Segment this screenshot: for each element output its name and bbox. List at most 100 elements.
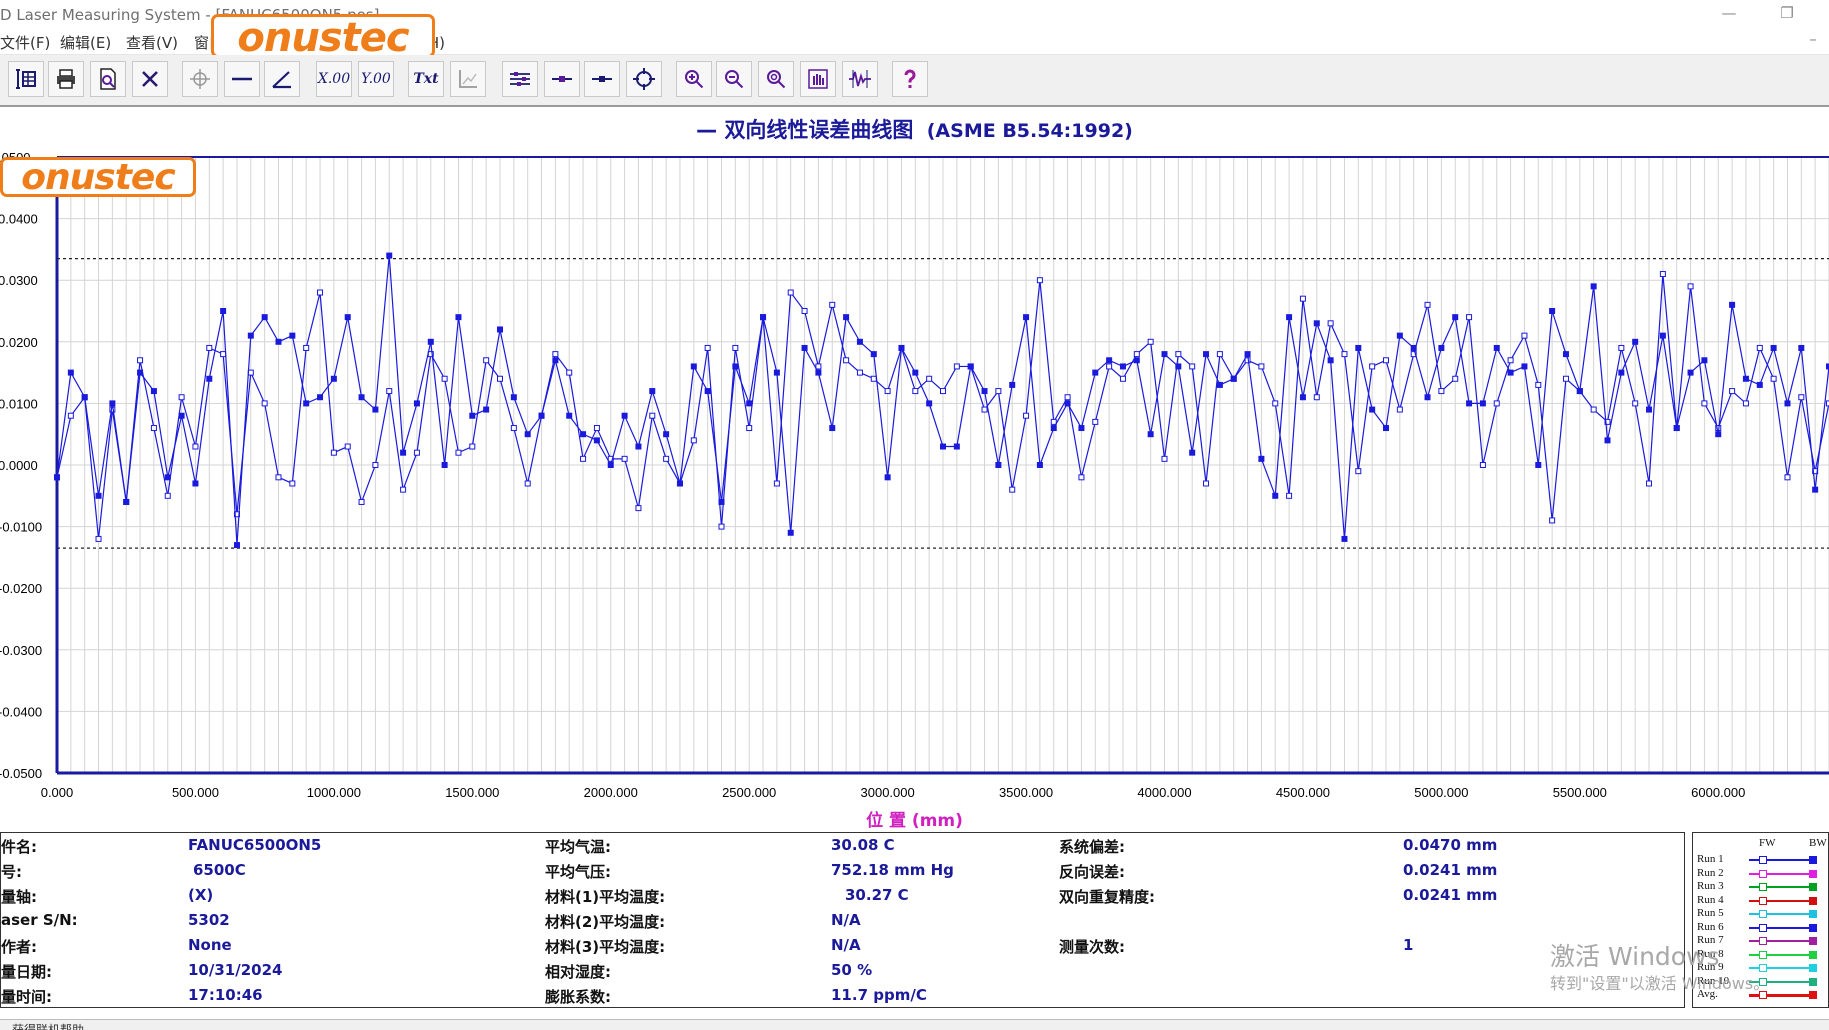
zoom-out-icon[interactable] bbox=[716, 61, 752, 97]
data-point-bw bbox=[1508, 370, 1513, 375]
legend-filled-marker bbox=[1809, 937, 1817, 945]
data-point-fw bbox=[636, 506, 641, 511]
general-value: 6500C bbox=[193, 861, 246, 879]
data-point-fw bbox=[1300, 296, 1305, 301]
cursor-table-icon[interactable] bbox=[8, 61, 44, 97]
data-point-fw bbox=[1633, 401, 1638, 406]
horizontal-line-icon[interactable] bbox=[224, 61, 260, 97]
data-point-bw bbox=[470, 413, 475, 418]
data-point-fw bbox=[1536, 382, 1541, 387]
data-point-bw bbox=[428, 339, 433, 344]
hand-pan-icon[interactable] bbox=[800, 61, 836, 97]
data-point-fw bbox=[442, 376, 447, 381]
data-point-bw bbox=[525, 432, 530, 437]
print-preview-icon[interactable] bbox=[90, 61, 126, 97]
data-point-bw bbox=[1093, 370, 1098, 375]
data-point-fw bbox=[1079, 475, 1084, 480]
zoom-fit-icon[interactable] bbox=[758, 61, 794, 97]
data-point-bw bbox=[968, 364, 973, 369]
sliders-icon[interactable] bbox=[502, 61, 538, 97]
waveform-icon[interactable] bbox=[842, 61, 878, 97]
data-point-bw bbox=[221, 309, 226, 314]
x-tick-label: 1500.000 bbox=[445, 785, 499, 800]
error-curve-chart[interactable]: .05000.04000.03000.02000.01000.0000-0.01… bbox=[0, 140, 1829, 806]
data-point-bw bbox=[442, 463, 447, 468]
legend-open-marker bbox=[1759, 870, 1767, 878]
data-point-bw bbox=[1328, 358, 1333, 363]
help-icon[interactable] bbox=[892, 61, 928, 97]
angle-icon[interactable] bbox=[264, 61, 300, 97]
data-point-bw bbox=[373, 407, 378, 412]
data-point-fw bbox=[1037, 278, 1042, 283]
data-point-bw bbox=[788, 530, 793, 535]
zoom-in-icon[interactable] bbox=[676, 61, 712, 97]
data-point-fw bbox=[1619, 345, 1624, 350]
result-label: 双向重复精度: bbox=[1059, 886, 1155, 907]
general-value: (X) bbox=[188, 886, 213, 904]
data-point-bw bbox=[359, 395, 364, 400]
menu-file[interactable]: 文件(F) bbox=[0, 32, 50, 53]
data-point-fw bbox=[1370, 364, 1375, 369]
x-axis-title: 位 置 (mm) bbox=[0, 806, 1829, 831]
y-value-icon[interactable]: Y.00 bbox=[358, 61, 394, 97]
data-point-bw bbox=[1010, 382, 1015, 387]
legend-open-marker bbox=[1759, 897, 1767, 905]
close-x-icon[interactable] bbox=[132, 61, 168, 97]
general-value: 17:10:46 bbox=[188, 986, 263, 1004]
menu-view[interactable]: 查看(V) bbox=[126, 32, 178, 53]
general-label: 件名: bbox=[1, 836, 37, 857]
data-point-fw bbox=[373, 463, 378, 468]
target-icon[interactable] bbox=[626, 61, 662, 97]
data-point-bw bbox=[1785, 401, 1790, 406]
data-point-bw bbox=[1397, 333, 1402, 338]
data-point-bw bbox=[1037, 463, 1042, 468]
data-point-bw bbox=[1065, 401, 1070, 406]
data-point-bw bbox=[1342, 536, 1347, 541]
data-point-bw bbox=[1799, 345, 1804, 350]
y-tick-label: 0.0100 bbox=[0, 396, 38, 411]
submenu-minimize-button[interactable]: – bbox=[1800, 30, 1826, 50]
data-point-bw bbox=[82, 395, 87, 400]
crosshair-icon[interactable] bbox=[182, 61, 218, 97]
legend-run-label: Run 6 bbox=[1697, 921, 1724, 933]
data-point-bw bbox=[414, 401, 419, 406]
data-point-bw bbox=[234, 543, 239, 548]
general-label: 号: bbox=[1, 861, 22, 882]
y-tick-label: 0.0300 bbox=[0, 273, 38, 288]
data-point-bw bbox=[761, 315, 766, 320]
data-point-bw bbox=[567, 413, 572, 418]
x-tick-label: 500.000 bbox=[172, 785, 219, 800]
environment-label: 相对湿度: bbox=[545, 961, 611, 982]
general-label: aser S/N: bbox=[1, 911, 78, 929]
data-point-fw bbox=[138, 358, 143, 363]
line-marker-icon[interactable] bbox=[544, 61, 580, 97]
data-point-fw bbox=[1328, 321, 1333, 326]
data-point-fw bbox=[1757, 345, 1762, 350]
data-point-fw bbox=[221, 352, 226, 357]
general-label: 作者: bbox=[1, 936, 37, 957]
menu-edit[interactable]: 编辑(E) bbox=[60, 32, 111, 53]
x-value-icon[interactable]: X.00 bbox=[316, 61, 352, 97]
data-point-fw bbox=[1660, 272, 1665, 277]
line-marker-2-icon[interactable] bbox=[584, 61, 620, 97]
legend-run-label: Run 3 bbox=[1697, 880, 1724, 892]
legend-filled-marker bbox=[1809, 910, 1817, 918]
y-tick-label: -0.0300 bbox=[0, 643, 42, 658]
print-icon[interactable] bbox=[48, 61, 84, 97]
data-point-fw bbox=[719, 524, 724, 529]
data-point-bw bbox=[1647, 407, 1652, 412]
environment-value: 30.08 C bbox=[831, 836, 895, 854]
legend-run-label: Run 4 bbox=[1697, 894, 1724, 906]
data-point-bw bbox=[1411, 345, 1416, 350]
data-point-fw bbox=[1799, 395, 1804, 400]
axes-icon[interactable] bbox=[450, 61, 486, 97]
text-icon[interactable]: Txt bbox=[408, 61, 444, 97]
data-point-fw bbox=[68, 413, 73, 418]
data-point-bw bbox=[511, 395, 516, 400]
status-bar: 获得联机帮助 bbox=[0, 1019, 1829, 1030]
data-point-fw bbox=[456, 450, 461, 455]
minimize-button[interactable]: — bbox=[1716, 4, 1742, 24]
restore-button[interactable]: ❐ bbox=[1774, 4, 1800, 24]
environment-value: N/A bbox=[831, 936, 861, 954]
data-point-fw bbox=[511, 426, 516, 431]
